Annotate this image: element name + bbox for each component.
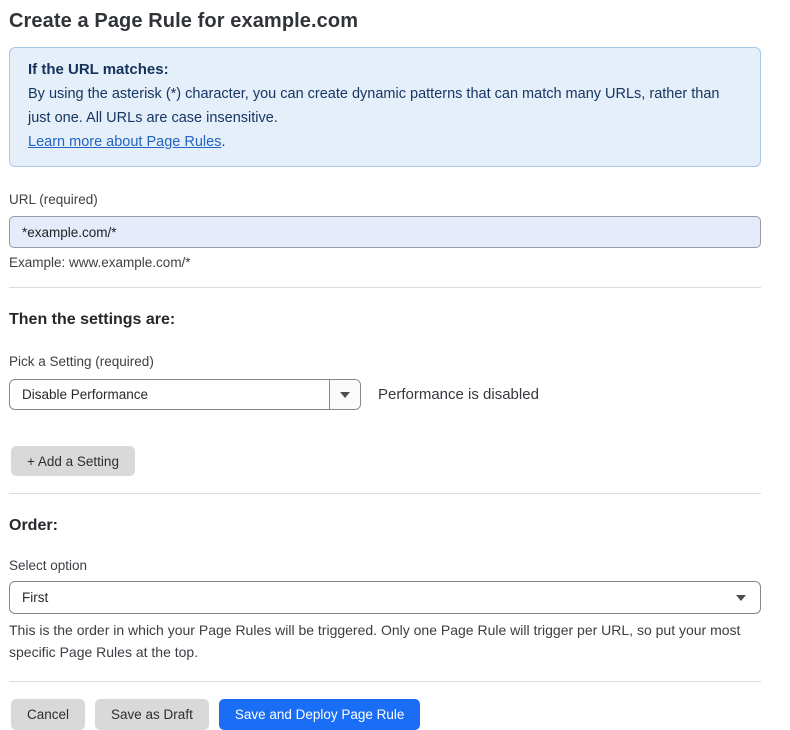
divider [9, 287, 761, 288]
pick-setting-label: Pick a Setting (required) [9, 354, 761, 370]
url-input[interactable] [9, 216, 761, 248]
url-match-info-box: If the URL matches: By using the asteris… [9, 47, 761, 167]
setting-row: Disable Performance Performance is disab… [9, 379, 761, 410]
url-field-label: URL (required) [9, 192, 761, 208]
order-select[interactable]: First [9, 581, 761, 614]
settings-section-heading: Then the settings are: [9, 310, 761, 329]
divider [9, 681, 761, 682]
info-box-body: By using the asterisk (*) character, you… [28, 82, 742, 130]
setting-status-text: Performance is disabled [378, 386, 539, 403]
learn-more-link[interactable]: Learn more about Page Rules [28, 134, 221, 150]
order-section-heading: Order: [9, 516, 761, 535]
order-help-text: This is the order in which your Page Rul… [9, 619, 749, 663]
order-select-label: Select option [9, 558, 761, 574]
setting-dropdown-value: Disable Performance [10, 380, 329, 409]
caret-down-icon [736, 595, 746, 601]
caret-down-icon [340, 392, 350, 398]
add-setting-button[interactable]: + Add a Setting [11, 446, 135, 476]
form-actions: Cancel Save as Draft Save and Deploy Pag… [11, 699, 761, 730]
info-box-link-line: Learn more about Page Rules. [28, 130, 742, 154]
save-and-deploy-button[interactable]: Save and Deploy Page Rule [219, 699, 421, 730]
page-rule-form: Create a Page Rule for example.com If th… [0, 0, 790, 730]
divider [9, 493, 761, 494]
page-title: Create a Page Rule for example.com [9, 9, 761, 33]
setting-dropdown-arrow-button[interactable] [329, 380, 360, 409]
info-box-heading: If the URL matches: [28, 58, 742, 82]
cancel-button[interactable]: Cancel [11, 699, 85, 730]
link-suffix: . [221, 134, 225, 150]
save-as-draft-button[interactable]: Save as Draft [95, 699, 209, 730]
setting-dropdown[interactable]: Disable Performance [9, 379, 361, 410]
order-select-value: First [22, 590, 48, 605]
url-example-text: Example: www.example.com/* [9, 255, 761, 270]
